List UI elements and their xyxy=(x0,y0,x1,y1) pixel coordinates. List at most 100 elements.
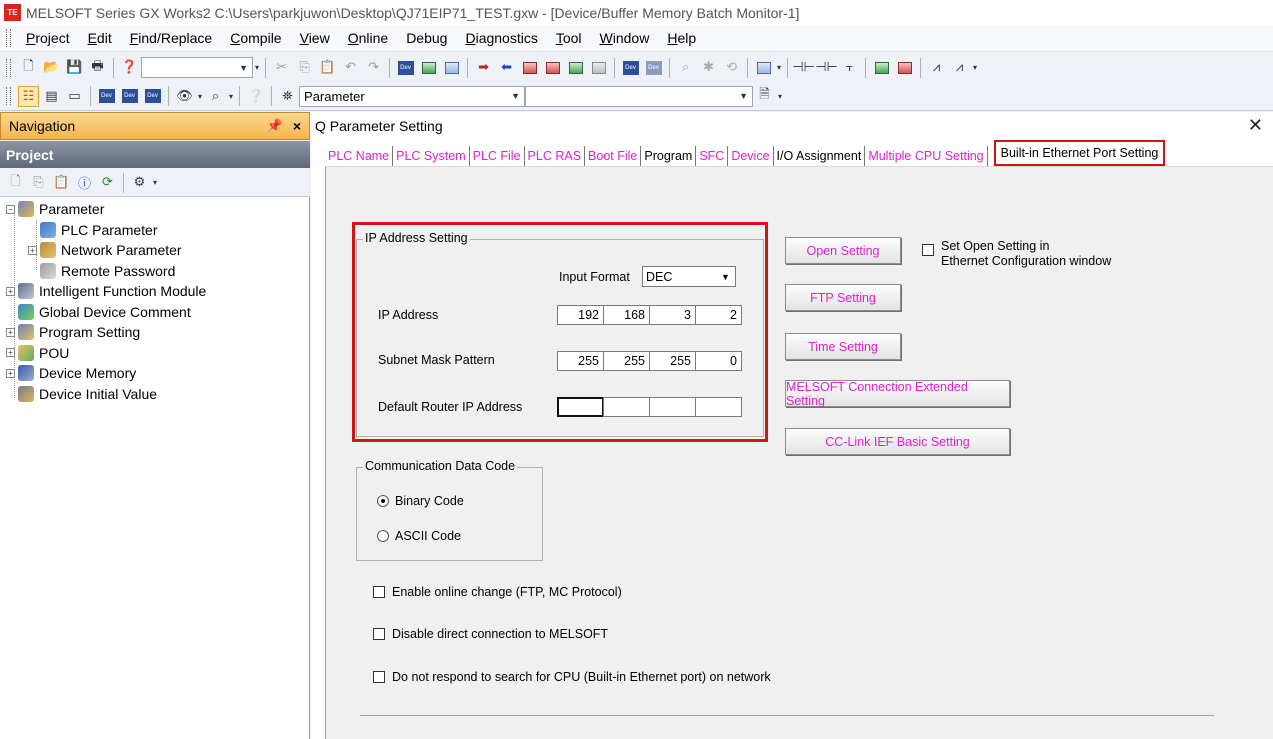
tree-item[interactable]: + POU xyxy=(6,343,69,363)
monitor-stop-icon[interactable] xyxy=(565,57,586,78)
secondary-combo[interactable]: ▼ xyxy=(525,85,754,107)
dev-batch-icon[interactable]: Dev xyxy=(643,57,664,78)
subnet-mask-field[interactable]: 255 255 255 0 xyxy=(557,351,742,371)
subnet-octet-1[interactable]: 255 xyxy=(557,351,604,371)
read-plc-icon[interactable]: ⬅ xyxy=(496,57,517,78)
tab-boot-file[interactable]: Boot File xyxy=(585,146,642,166)
simulator-icon[interactable] xyxy=(871,57,892,78)
chevron-down-icon[interactable]: ▾ xyxy=(153,178,157,187)
sampling-trace-icon[interactable]: ⩘ xyxy=(926,57,947,78)
menu-item[interactable]: Online xyxy=(339,30,397,46)
menu-item[interactable]: Edit xyxy=(79,30,121,46)
input-format-select[interactable]: DEC ▼ xyxy=(642,266,736,287)
toolbar-overflow-icon[interactable]: ▾ xyxy=(777,63,781,72)
replace-icon[interactable]: ⟲ xyxy=(721,57,742,78)
tab-sfc[interactable]: SFC xyxy=(696,146,729,166)
router-octet-3[interactable] xyxy=(649,397,696,417)
radio-unselected-icon[interactable] xyxy=(377,530,389,542)
toolbar-overflow-icon[interactable]: ▾ xyxy=(973,63,977,72)
help-icon[interactable]: ❓ xyxy=(119,57,140,78)
ip-octet-4[interactable]: 2 xyxy=(695,305,742,325)
help-search-combo[interactable]: ▼ xyxy=(141,57,253,78)
paste-icon[interactable]: 📋 xyxy=(317,57,338,78)
refresh-icon[interactable]: ⟳ xyxy=(97,172,118,193)
no-respond-search-checkbox[interactable]: Do not respond to search for CPU (Built-… xyxy=(373,670,771,684)
open-setting-button[interactable]: Open Setting xyxy=(785,237,901,264)
device-monitor-icon[interactable]: Dev xyxy=(395,57,416,78)
router-octet-4[interactable] xyxy=(695,397,742,417)
close-icon[interactable]: × xyxy=(293,118,301,134)
cclink-ief-basic-button[interactable]: CC-Link IEF Basic Setting xyxy=(785,428,1010,455)
device-use-icon[interactable]: Dev xyxy=(119,86,140,107)
router-octet-1[interactable] xyxy=(557,397,604,417)
find-icon[interactable]: ⌕ xyxy=(675,57,696,78)
tree-item[interactable]: Remote Password xyxy=(28,261,175,281)
property-icon[interactable]: ⓘ xyxy=(74,172,95,193)
document-icon[interactable]: 🗎 xyxy=(754,86,775,107)
dev-register-icon[interactable]: Dev xyxy=(620,57,641,78)
watch-dropdown-icon[interactable]: ▾ xyxy=(198,92,202,101)
cut-icon[interactable]: ✂ xyxy=(271,57,292,78)
find-device-icon[interactable]: ⌕ xyxy=(205,86,226,107)
monitor-start-icon[interactable] xyxy=(542,57,563,78)
radio-selected-icon[interactable] xyxy=(377,495,389,507)
subnet-octet-2[interactable]: 255 xyxy=(603,351,650,371)
monitor-all-icon[interactable] xyxy=(588,57,609,78)
simulator-stop-icon[interactable] xyxy=(894,57,915,78)
paste-data-icon[interactable]: 📋 xyxy=(51,172,72,193)
new-data-icon[interactable]: 🗋 xyxy=(5,172,26,193)
checkbox-icon[interactable] xyxy=(373,628,385,640)
default-router-field[interactable] xyxy=(557,397,742,417)
cross-ref-icon[interactable]: ✱ xyxy=(698,57,719,78)
time-setting-button[interactable]: Time Setting xyxy=(785,333,901,360)
navigation-window-icon[interactable]: ☷ xyxy=(18,85,39,107)
tab-plc-name[interactable]: PLC Name xyxy=(325,146,394,166)
close-icon[interactable]: ✕ xyxy=(1248,115,1263,136)
subnet-octet-4[interactable]: 0 xyxy=(695,351,742,371)
tree-item[interactable]: + Program Setting xyxy=(6,322,140,342)
toolbar-overflow-icon[interactable]: ▾ xyxy=(778,92,782,101)
tree-item[interactable]: PLC Parameter xyxy=(28,220,157,240)
tree-item[interactable]: − Parameter xyxy=(6,199,104,219)
expand-icon[interactable]: + xyxy=(28,245,37,255)
menu-item[interactable]: Debug xyxy=(397,30,456,46)
tree-item[interactable]: + Network Parameter xyxy=(28,240,182,260)
collapse-icon[interactable]: − xyxy=(6,204,15,214)
menu-item[interactable]: Help xyxy=(658,30,705,46)
menu-item[interactable]: View xyxy=(291,30,339,46)
menu-item[interactable]: Project xyxy=(17,30,79,46)
menu-item[interactable]: Diagnostics xyxy=(456,30,546,46)
tab-plc-ras[interactable]: PLC RAS xyxy=(525,146,586,166)
parameter-combo[interactable]: Parameter ▼ xyxy=(299,85,526,107)
ladder-coil-icon[interactable]: ⊣⊢ xyxy=(815,57,838,78)
save-icon[interactable]: 💾 xyxy=(64,57,85,78)
tab-program[interactable]: Program xyxy=(641,146,697,166)
checkbox-icon[interactable] xyxy=(373,671,385,683)
help-question-icon[interactable]: ❔ xyxy=(245,86,266,107)
menu-item[interactable]: Window xyxy=(591,30,659,46)
open-setting-checkbox[interactable]: Set Open Setting in Ethernet Configurati… xyxy=(922,239,1111,269)
expand-icon[interactable]: + xyxy=(6,368,15,378)
device-batch-icon[interactable]: Dev xyxy=(142,86,163,107)
online-change-checkbox[interactable]: Enable online change (FTP, MC Protocol) xyxy=(373,585,622,599)
trace-stop-icon[interactable]: ⩘ xyxy=(949,57,970,78)
disable-direct-connection-checkbox[interactable]: Disable direct connection to MELSOFT xyxy=(373,627,608,641)
ftp-setting-button[interactable]: FTP Setting xyxy=(785,284,901,311)
project-bar[interactable]: Project xyxy=(0,141,310,168)
watch-icon[interactable]: 👁 xyxy=(174,86,195,107)
binoculars-icon[interactable]: ⛯ xyxy=(277,86,298,107)
expand-icon[interactable]: + xyxy=(6,348,15,357)
tree-item[interactable]: Device Initial Value xyxy=(6,384,157,404)
print-icon[interactable]: 🖶 xyxy=(87,57,108,78)
new-file-icon[interactable]: 🗋 xyxy=(18,57,39,78)
tab-plc-file[interactable]: PLC File xyxy=(470,146,525,166)
menu-item[interactable]: Compile xyxy=(221,30,290,46)
tree-item[interactable]: + Intelligent Function Module xyxy=(6,281,206,301)
ascii-code-radio[interactable]: ASCII Code xyxy=(377,529,461,543)
open-folder-icon[interactable]: 📂 xyxy=(41,57,62,78)
output-window-icon[interactable]: ▭ xyxy=(64,86,85,107)
menu-item[interactable]: Find/Replace xyxy=(121,30,222,46)
tree-options-icon[interactable]: ⚙ xyxy=(129,172,150,193)
tab-i-o-assignment[interactable]: I/O Assignment xyxy=(774,146,866,166)
ladder-branch-icon[interactable]: ⫟ xyxy=(839,57,860,78)
